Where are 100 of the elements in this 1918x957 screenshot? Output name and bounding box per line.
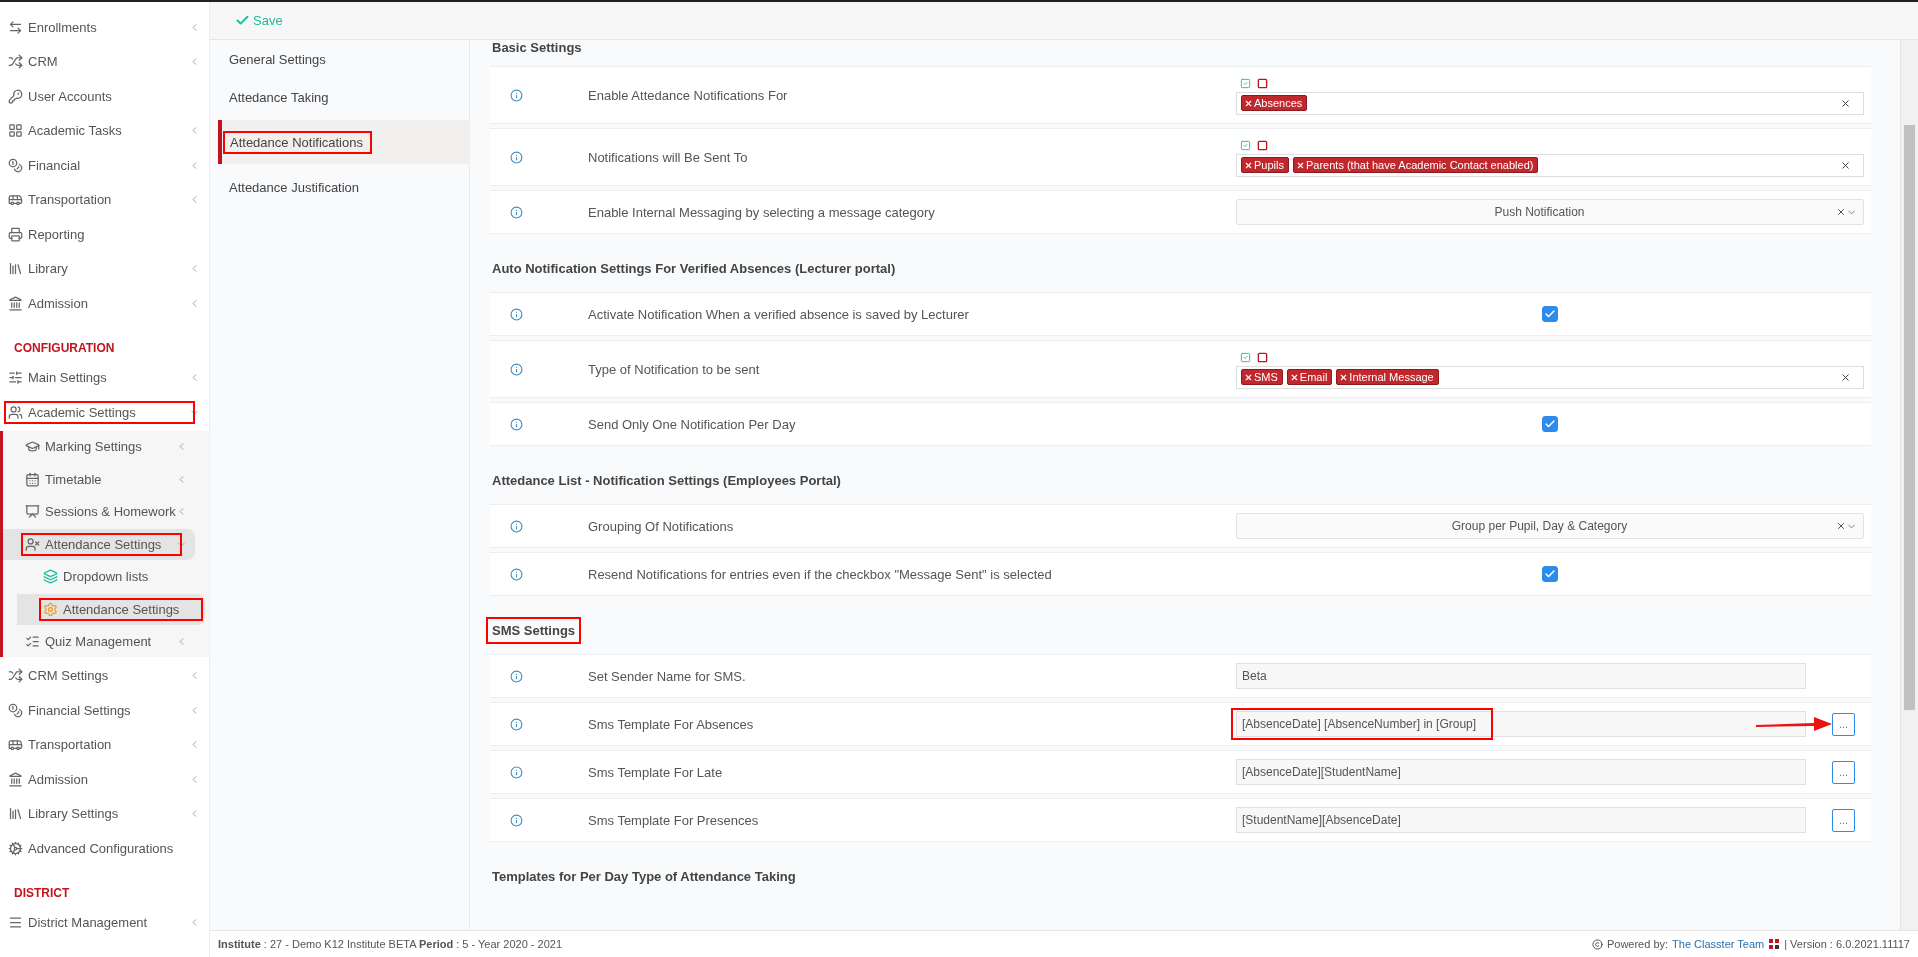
- info-icon[interactable]: [510, 362, 523, 376]
- clear-icon[interactable]: [1840, 371, 1851, 383]
- info-icon[interactable]: [510, 669, 523, 683]
- settings-tab[interactable]: General Settings: [210, 40, 470, 78]
- setting-label: Type of Notification to be sent: [588, 361, 761, 377]
- sidebar-item[interactable]: Attendance Settings: [17, 593, 205, 625]
- coins-icon: [8, 702, 23, 718]
- select-field[interactable]: Push Notification: [1236, 199, 1864, 225]
- remove-icon[interactable]: [1295, 160, 1305, 170]
- tag: SMS: [1241, 369, 1283, 385]
- sidebar-item[interactable]: Reporting: [0, 217, 208, 252]
- deselect-all-icon[interactable]: [1257, 139, 1268, 151]
- checkbox[interactable]: [1542, 416, 1558, 432]
- settings-tab[interactable]: Attedance Taking: [210, 78, 470, 116]
- layers-icon: [43, 569, 58, 584]
- remove-icon[interactable]: [1244, 98, 1253, 108]
- section-title: SMS Settings: [490, 622, 578, 638]
- info-icon[interactable]: [510, 88, 523, 102]
- sidebar-item[interactable]: Advanced Configurations: [0, 831, 208, 866]
- sidebar-item[interactable]: Quiz Management: [3, 626, 195, 657]
- check-icon: [235, 13, 250, 28]
- sidebar-item[interactable]: Attendance Settings: [3, 528, 195, 560]
- setting-label: Grouping Of Notifications: [588, 518, 735, 534]
- info-icon[interactable]: [510, 519, 523, 533]
- sidebar-item[interactable]: Main Settings: [0, 360, 208, 395]
- bus-icon: [8, 192, 23, 208]
- checkbox[interactable]: [1542, 306, 1558, 322]
- remove-icon[interactable]: [1339, 372, 1349, 382]
- shuffle-icon: [8, 54, 23, 70]
- tags-field[interactable]: SMS Email Internal Message: [1236, 365, 1864, 389]
- sidebar-item[interactable]: Timetable: [3, 463, 195, 495]
- info-icon[interactable]: [510, 813, 523, 827]
- sidebar-item[interactable]: Library Settings: [0, 796, 208, 831]
- info-icon[interactable]: [510, 765, 523, 779]
- select-all-icon[interactable]: [1240, 77, 1251, 89]
- sidebar-item[interactable]: Library: [0, 251, 208, 286]
- info-icon[interactable]: [510, 717, 523, 731]
- checkbox[interactable]: [1542, 566, 1558, 582]
- sidebar-item[interactable]: Admission: [0, 762, 208, 797]
- setting-label: Send Only One Notification Per Day: [588, 416, 797, 432]
- info-icon[interactable]: [510, 205, 523, 219]
- info-icon[interactable]: [510, 307, 523, 321]
- copyright-icon: [1591, 938, 1603, 950]
- info-icon[interactable]: [510, 150, 523, 164]
- sidebar-heading: DISTRICT: [13, 884, 71, 902]
- remove-icon[interactable]: [1244, 160, 1253, 170]
- deselect-all-icon[interactable]: [1257, 77, 1268, 89]
- institute-info: Institute : 27 - Demo K12 Institute BETA Period : 5 - Year 2020 - 2021: [218, 938, 563, 950]
- sidebar-item[interactable]: Transportation: [0, 727, 208, 762]
- select-field[interactable]: Group per Pupil, Day & Category: [1236, 513, 1864, 539]
- clear-icon[interactable]: [1840, 97, 1851, 109]
- check-icon: [1544, 308, 1556, 320]
- sidebar-item[interactable]: CRM: [0, 44, 208, 79]
- sidebar-item[interactable]: Academic Tasks: [0, 113, 208, 148]
- section-title: Templates for Per Day Type of Attendance Taking: [491, 868, 797, 884]
- section-title: Attedance List - Notification Settings (Employees Portal): [491, 472, 842, 488]
- sidebar-item[interactable]: Sessions & Homework: [3, 496, 195, 527]
- setting-label: Sms Template For Absences: [588, 716, 755, 732]
- sidebar-item[interactable]: Transportation: [0, 182, 208, 217]
- sidebar-item[interactable]: CRM Settings: [0, 658, 208, 693]
- sidebar-item[interactable]: Marking Settings: [3, 431, 195, 462]
- sidebar-item[interactable]: Financial Settings: [0, 693, 208, 728]
- setting-label: Sms Template For Presences: [588, 812, 760, 828]
- text-field[interactable]: Beta: [1236, 663, 1806, 689]
- tag: Email: [1286, 369, 1333, 385]
- gear-icon: [8, 840, 23, 856]
- sidebar-item[interactable]: Admission: [0, 286, 208, 321]
- sliders-icon: [8, 370, 23, 386]
- sidebar-item[interactable]: Financial: [0, 148, 208, 183]
- info-icon[interactable]: [510, 567, 523, 581]
- tag: Absences: [1241, 95, 1308, 111]
- grid-icon: [8, 123, 23, 139]
- info-icon[interactable]: [510, 417, 523, 431]
- sidebar-item[interactable]: Dropdown lists: [17, 561, 205, 592]
- select-all-icon[interactable]: [1240, 139, 1251, 151]
- check-icon: [1544, 418, 1556, 430]
- team-link[interactable]: The Classter Team: [1672, 938, 1765, 950]
- tags-field[interactable]: Absences: [1236, 91, 1864, 115]
- presentation-icon: [25, 504, 40, 519]
- select-all-icon[interactable]: [1240, 351, 1251, 363]
- sidebar-item[interactable]: District Management: [0, 905, 208, 940]
- text-field[interactable]: [AbsenceDate][StudentName]: [1236, 759, 1806, 785]
- clear-icon[interactable]: [1836, 521, 1846, 531]
- setting-label: Enable Internal Messaging by selecting a message category: [588, 204, 936, 220]
- clear-icon[interactable]: [1836, 207, 1846, 217]
- sidebar-item[interactable]: User Accounts: [0, 79, 208, 114]
- shuffle-icon: [8, 668, 23, 684]
- logo-icon: [1768, 938, 1781, 950]
- remove-icon[interactable]: [1244, 372, 1253, 382]
- text-field[interactable]: [AbsenceDate] [AbsenceNumber] in [Group]: [1236, 711, 1806, 737]
- settings-tab[interactable]: Attedance Notifications: [218, 120, 470, 164]
- settings-tab[interactable]: Attedance Justification: [210, 168, 470, 206]
- clear-icon[interactable]: [1840, 159, 1851, 171]
- deselect-all-icon[interactable]: [1257, 351, 1268, 363]
- sidebar-item[interactable]: Enrollments: [0, 10, 208, 45]
- tags-field[interactable]: Pupils Parents (that have Academic Contact enabled): [1236, 153, 1864, 177]
- text-field[interactable]: [StudentName][AbsenceDate]: [1236, 807, 1806, 833]
- remove-icon[interactable]: [1289, 372, 1299, 382]
- scrollbar[interactable]: [1900, 40, 1918, 930]
- sidebar-item[interactable]: Academic Settings: [0, 395, 208, 430]
